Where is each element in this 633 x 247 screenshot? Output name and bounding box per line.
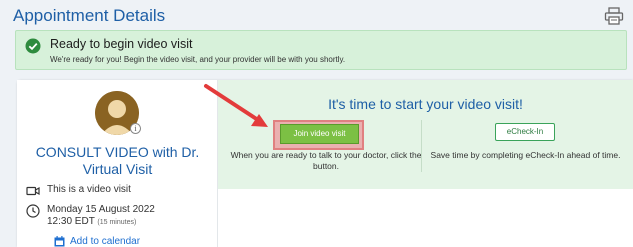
check-circle-icon [25, 38, 41, 54]
join-description: When you are ready to talk to your docto… [230, 150, 422, 171]
banner-heading: It's time to start your video visit! [328, 96, 523, 112]
echeckin-button[interactable]: eCheck-In [495, 123, 555, 141]
join-video-visit-button[interactable]: Join video visit [280, 124, 359, 144]
page-header: Appointment Details [0, 0, 633, 30]
calendar-icon [54, 236, 65, 247]
page-title: Appointment Details [13, 6, 166, 25]
video-visit-banner: It's time to start your video visit! Joi… [218, 80, 633, 189]
alert-message: We're ready for you! Begin the video vis… [50, 55, 346, 64]
video-visit-note: This is a video visit [47, 184, 131, 195]
add-to-calendar-link[interactable]: Add to calendar [54, 236, 140, 247]
video-visit-row: This is a video visit [26, 184, 131, 198]
echeckin-description: Save time by completing eCheck-In ahead … [430, 150, 621, 160]
printer-icon[interactable] [604, 7, 624, 25]
clock-icon [26, 204, 40, 218]
info-icon[interactable]: i [130, 123, 141, 134]
appointment-time: 12:30 EDT [47, 216, 95, 227]
add-to-calendar-label: Add to calendar [70, 236, 141, 247]
appointment-duration: (15 minutes) [97, 219, 137, 226]
divider [421, 120, 422, 172]
date-time-row: Monday 15 August 2022 12:30 EDT (15 minu… [26, 204, 155, 229]
video-camera-icon [26, 186, 40, 196]
appointment-card: i CONSULT VIDEO with Dr. Virtual Visit T… [17, 80, 633, 247]
visit-title: CONSULT VIDEO with Dr. Virtual Visit [35, 144, 200, 177]
appointment-date: Monday 15 August 2022 [47, 204, 155, 215]
alert-title: Ready to begin video visit [50, 37, 193, 51]
appointment-summary: i CONSULT VIDEO with Dr. Virtual Visit T… [17, 80, 218, 247]
success-alert: Ready to begin video visit We're ready f… [15, 30, 627, 70]
